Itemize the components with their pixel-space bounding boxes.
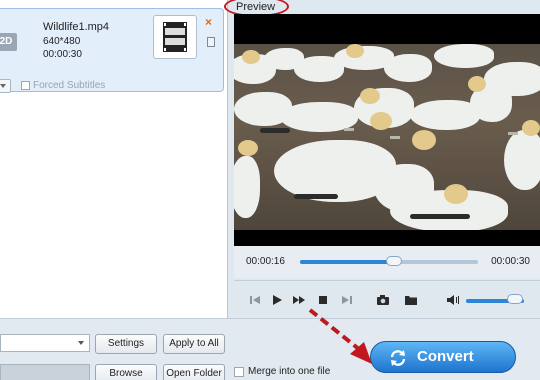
playback-time-bar: 00:00:16 00:00:30	[234, 246, 540, 278]
merge-checkbox[interactable]	[234, 367, 244, 377]
close-icon[interactable]: ×	[205, 15, 212, 29]
forced-subtitles-label: Forced Subtitles	[33, 80, 106, 91]
apply-to-all-button[interactable]: Apply to All	[163, 334, 225, 354]
video-frame	[234, 44, 540, 230]
seek-thumb[interactable]	[386, 256, 403, 266]
preview-panel: Preview 00:00:16 00:00:30	[224, 0, 540, 318]
seek-progress	[300, 260, 395, 264]
skip-back-icon[interactable]	[248, 293, 262, 307]
total-time: 00:00:30	[491, 256, 530, 267]
file-resolution: 640*480	[43, 36, 81, 47]
skip-forward-icon[interactable]	[340, 293, 354, 307]
fast-forward-icon[interactable]	[292, 293, 306, 307]
badge-2d: 2D	[0, 33, 17, 51]
profile-dropdown[interactable]	[0, 334, 90, 352]
folder-icon[interactable]	[404, 293, 418, 307]
destination-field[interactable]	[0, 364, 90, 380]
camera-icon[interactable]	[376, 293, 390, 307]
file-duration: 00:00:30	[43, 49, 82, 60]
player-controls	[234, 280, 540, 318]
forced-subtitles-checkbox[interactable]	[21, 81, 30, 90]
browse-button[interactable]: Browse	[95, 364, 157, 380]
video-preview[interactable]	[234, 14, 540, 246]
open-folder-button[interactable]: Open Folder	[163, 364, 225, 380]
edit-icon[interactable]	[207, 37, 215, 47]
stop-icon[interactable]	[316, 293, 330, 307]
file-list-panel: 2D Wildlife1.mp4 640*480 00:00:30 × Forc…	[0, 0, 228, 318]
file-item[interactable]: 2D Wildlife1.mp4 640*480 00:00:30 × Forc…	[0, 8, 224, 93]
convert-label: Convert	[417, 348, 474, 365]
film-icon[interactable]	[153, 15, 197, 59]
settings-button[interactable]: Settings	[95, 334, 157, 354]
play-icon[interactable]	[270, 293, 284, 307]
refresh-icon	[390, 350, 406, 366]
convert-button[interactable]: Convert	[370, 341, 516, 373]
volume-icon[interactable]	[446, 293, 460, 307]
arrow-icon	[308, 308, 372, 364]
current-time: 00:00:16	[246, 256, 285, 267]
bottom-toolbar: Settings Apply to All Browse Open Folder…	[0, 318, 540, 380]
subtitle-dropdown[interactable]	[0, 79, 11, 93]
volume-thumb[interactable]	[507, 294, 524, 304]
file-name: Wildlife1.mp4	[43, 21, 110, 33]
